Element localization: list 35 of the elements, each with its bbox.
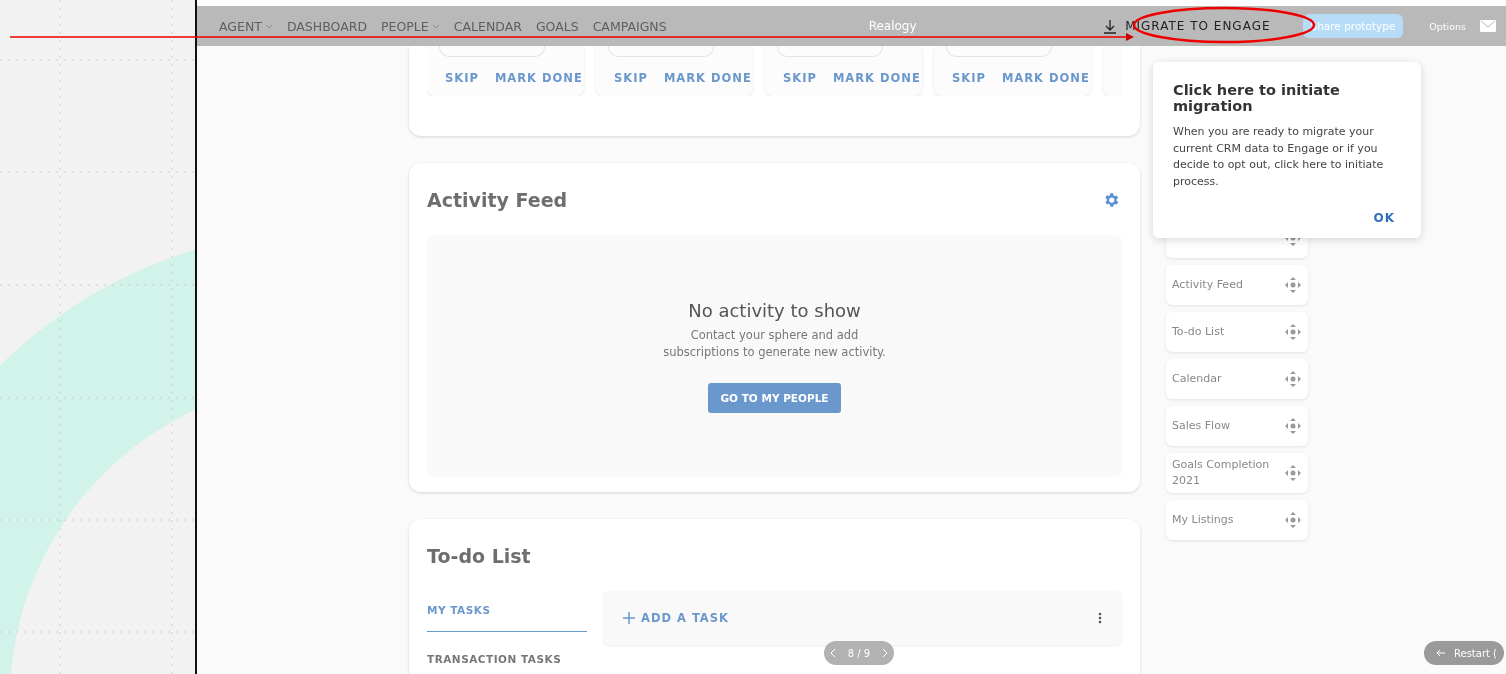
restart-button[interactable]: Restart ( <box>1424 641 1504 665</box>
widget-item[interactable]: Activity Feed <box>1166 265 1308 305</box>
popover-title: Click here to initiate migration <box>1173 82 1341 114</box>
action-button[interactable]: MARK DONE <box>494 71 583 85</box>
widget-item[interactable]: My Listings <box>1166 500 1308 540</box>
card-title: Activity Feed <box>427 189 568 211</box>
widget-item[interactable]: Goals Completion 2021 <box>1166 453 1308 493</box>
empty-text: Contact your sphere and add subscriptions to generate new activity. <box>662 326 887 361</box>
widget-item[interactable]: Calendar <box>1166 359 1308 399</box>
tab[interactable]: MY TASKS <box>427 603 587 632</box>
action-button[interactable]: SKIP <box>783 71 817 85</box>
action-button[interactable]: MARK DONE <box>663 71 752 85</box>
popover-text: When you are ready to migrate your current CRM data to Engage or if you decide to opt out, click here to initiate process. <box>1173 124 1385 190</box>
nav-link[interactable]: GOALS <box>535 18 579 34</box>
nav-link[interactable]: PEOPLE <box>381 18 440 34</box>
action-button[interactable]: SKIP <box>952 71 986 85</box>
widget-item[interactable]: To-do List <box>1166 312 1308 352</box>
ok-button[interactable]: OK <box>1367 210 1401 226</box>
card-title: To-do List <box>427 545 531 567</box>
nav-link[interactable]: CALENDAR <box>453 18 522 34</box>
widget-item[interactable]: Sales Flow <box>1166 406 1308 446</box>
nav-link[interactable]: CAMPAIGNS <box>592 18 667 34</box>
add-task-button[interactable]: ADD A TASK <box>623 611 729 625</box>
page-count: 8 / 9 <box>847 647 871 659</box>
action-button[interactable]: MARK DONE <box>832 71 921 85</box>
options-label[interactable]: Options <box>1429 20 1466 32</box>
action-button[interactable]: MARK DONE <box>1001 71 1090 85</box>
nav-link[interactable]: DASHBOARD <box>286 18 368 34</box>
go-to-people-button[interactable]: GO TO MY PEOPLE <box>708 382 841 413</box>
tab[interactable]: TRANSACTION TASKS <box>427 652 587 674</box>
action-button[interactable]: SKIP <box>445 71 479 85</box>
brand-name: Realogy <box>868 19 917 33</box>
nav-link[interactable]: AGENT <box>219 18 273 34</box>
empty-title: No activity to show <box>688 299 861 321</box>
action-button[interactable]: SKIP <box>614 71 648 85</box>
